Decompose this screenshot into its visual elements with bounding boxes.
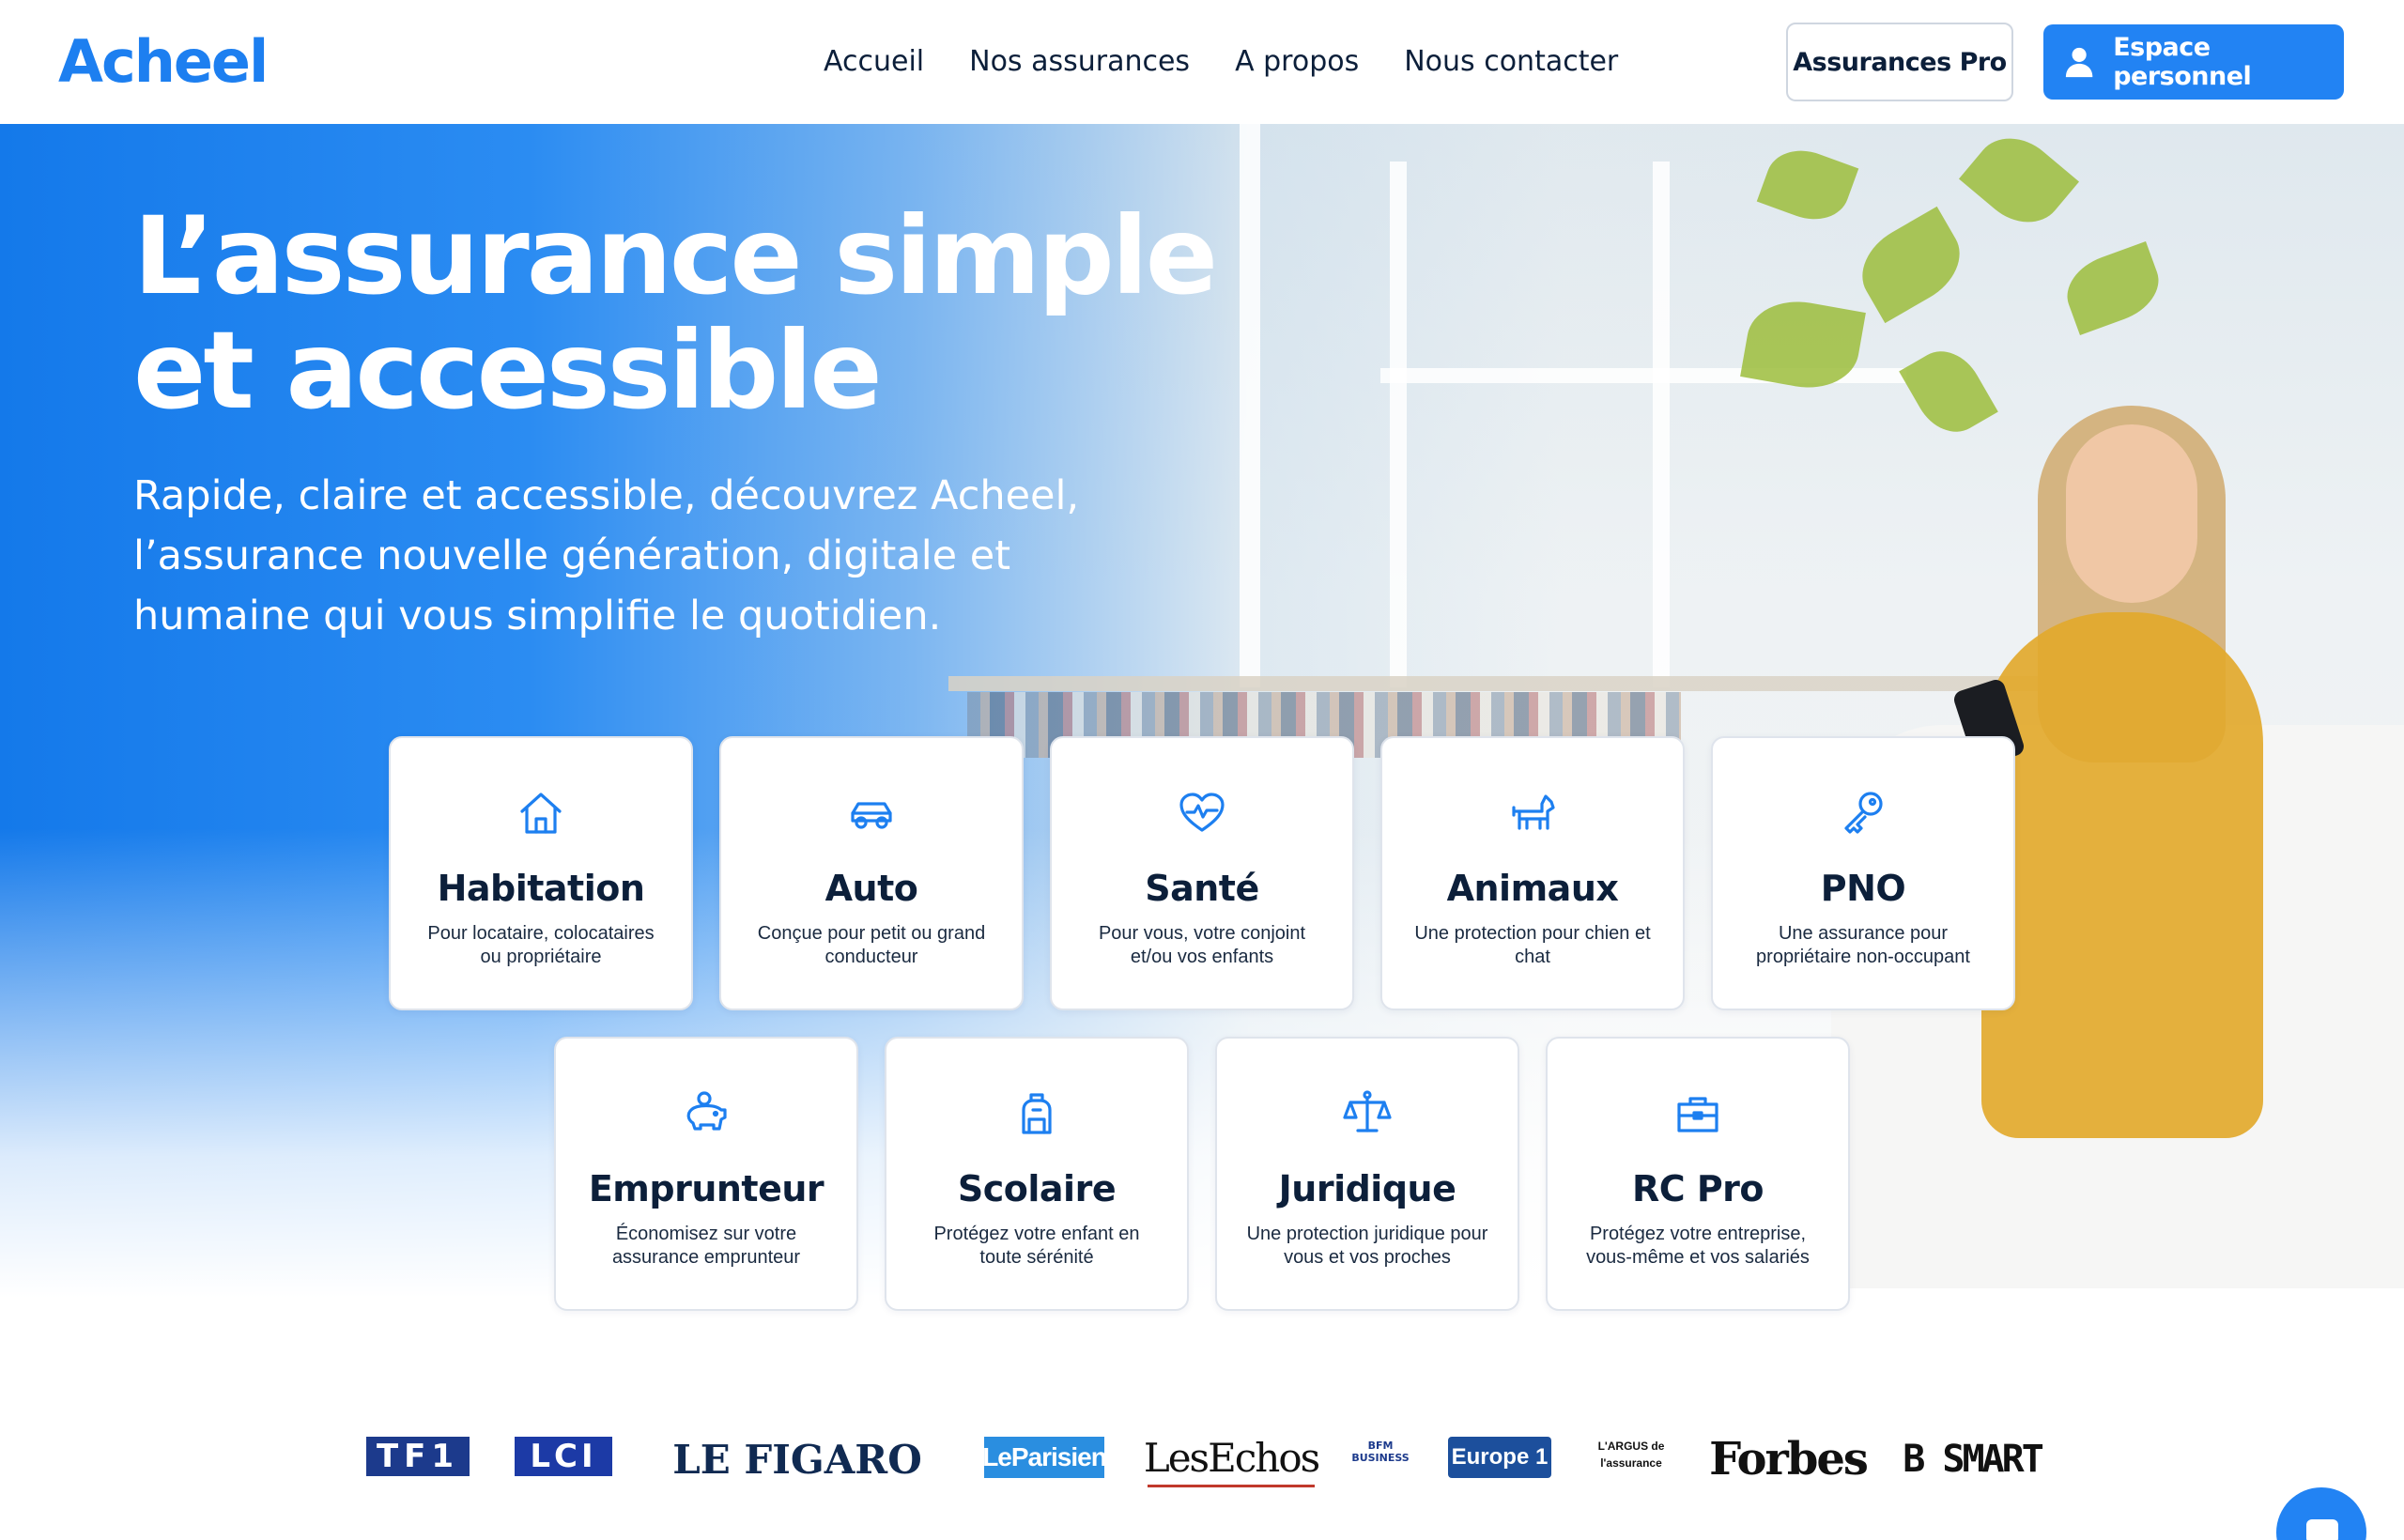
tf1-logo: TF1 xyxy=(366,1437,470,1476)
card-title: Auto xyxy=(824,868,918,909)
card-description: Pour vous, votre conjoint et/ou vos enfa… xyxy=(1098,923,1306,967)
card-title: Habitation xyxy=(437,868,645,909)
hero-section: L’assurance simple et accessible Rapide,… xyxy=(0,124,2404,1298)
card-description: Protégez votre enfant en toute sérénité xyxy=(933,1224,1140,1268)
backpack-icon xyxy=(1022,1093,1052,1134)
card-description: Conçue pour petit ou grand conducteur xyxy=(757,923,986,967)
hero-title: L’assurance simple et accessible xyxy=(133,199,1260,428)
nav-nous-contacter[interactable]: Nous contacter xyxy=(1404,41,1618,83)
key-icon xyxy=(1844,792,1883,834)
bfm-business-logo: BFM BUSINESS xyxy=(1351,1440,1410,1464)
b-smart-logo: B SMART xyxy=(1903,1438,2044,1481)
le-parisien-logo: LeParisien xyxy=(982,1437,1107,1478)
press-logos: TF1 LCI LE FIGARO LeParisien LesEchos BF… xyxy=(0,1409,2404,1502)
card-rc-pro[interactable]: RC Pro Protégez votre entreprise, vous-m… xyxy=(1546,1037,1850,1311)
hero-title-line1: L’assurance simple xyxy=(133,193,1218,318)
card-description: Protégez votre entreprise, vous-même et … xyxy=(1586,1224,1810,1268)
card-title: Emprunteur xyxy=(588,1168,824,1209)
card-animaux[interactable]: Animaux Une protection pour chien et cha… xyxy=(1380,736,1685,1010)
card-description: Pour locataire, colocataires ou propriét… xyxy=(427,923,655,967)
main-nav: Accueil Nos assurances A propos Nous con… xyxy=(824,41,1618,83)
scales-icon xyxy=(1343,1090,1392,1132)
chat-icon xyxy=(2306,1519,2338,1540)
card-description: Une protection pour chien et chat xyxy=(1414,923,1651,967)
piggy-bank-icon xyxy=(686,1091,727,1131)
card-title: Animaux xyxy=(1446,868,1619,909)
house-icon xyxy=(520,793,562,834)
card-habitation[interactable]: Habitation Pour locataire, colocataires … xyxy=(389,736,693,1010)
espace-personnel-label: Espace personnel xyxy=(2113,33,2252,91)
card-description: Économisez sur votre assurance emprunteu… xyxy=(611,1224,801,1268)
nav-nos-assurances[interactable]: Nos assurances xyxy=(969,41,1190,83)
nav-a-propos[interactable]: A propos xyxy=(1235,41,1359,83)
site-header: Acheel Accueil Nos assurances A propos N… xyxy=(0,0,2404,124)
card-pno[interactable]: PNO Une assurance pour propriétaire non-… xyxy=(1711,736,2015,1010)
card-auto[interactable]: Auto Conçue pour petit ou grand conducte… xyxy=(719,736,1024,1010)
card-title: Juridique xyxy=(1278,1168,1456,1209)
hero-subtitle: Rapide, claire et accessible, découvrez … xyxy=(133,472,1080,639)
card-title: PNO xyxy=(1820,868,1906,909)
europe1-logo: Europe 1 xyxy=(1448,1437,1551,1478)
acheel-logo[interactable]: Acheel xyxy=(58,28,269,96)
car-icon xyxy=(851,802,892,829)
card-description: Une protection juridique pour vous et vo… xyxy=(1246,1224,1488,1268)
forbes-logo: Forbes xyxy=(1709,1433,1869,1486)
le-figaro-logo: LE FIGARO xyxy=(672,1436,922,1483)
card-title: Santé xyxy=(1145,868,1259,909)
card-sante[interactable]: Santé Pour vous, votre conjoint et/ou vo… xyxy=(1050,736,1354,1010)
dog-icon xyxy=(1512,794,1555,830)
les-echos-logo: LesEchos xyxy=(1144,1431,1320,1487)
card-title: RC Pro xyxy=(1631,1168,1764,1209)
assurances-pro-label: Assurances Pro xyxy=(1793,47,2007,77)
card-scolaire[interactable]: Scolaire Protégez votre enfant en toute … xyxy=(885,1037,1189,1311)
card-title: Scolaire xyxy=(957,1168,1117,1209)
espace-personnel-button[interactable]: Espace personnel xyxy=(2043,24,2344,100)
hero-title-line2: et accessible xyxy=(133,308,883,433)
card-emprunteur[interactable]: Emprunteur Économisez sur votre assuranc… xyxy=(554,1037,858,1311)
assurances-pro-button[interactable]: Assurances Pro xyxy=(1786,23,2013,101)
lci-logo: LCI xyxy=(515,1437,612,1476)
user-icon xyxy=(2065,47,2093,78)
briefcase-icon xyxy=(1677,1097,1718,1132)
largus-logo: L'ARGUS de l'assurance xyxy=(1597,1440,1665,1470)
nav-accueil[interactable]: Accueil xyxy=(824,41,924,83)
card-juridique[interactable]: Juridique Une protection juridique pour … xyxy=(1215,1037,1519,1311)
heart-pulse-icon xyxy=(1179,793,1225,832)
card-description: Une assurance pour propriétaire non-occu… xyxy=(1756,923,1970,967)
